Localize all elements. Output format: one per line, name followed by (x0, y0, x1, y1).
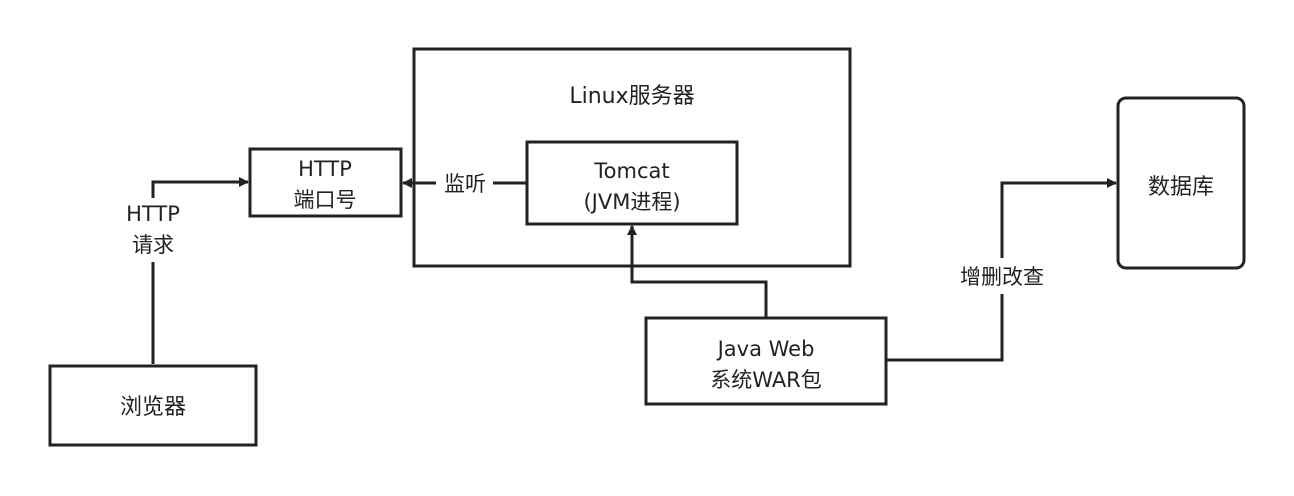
crud-label: 增删改查 (960, 265, 1044, 289)
http-request-label-line2: 请求 (132, 233, 174, 257)
http-request-label-line1: HTTP (126, 202, 180, 226)
http-port-label-line2: 端口号 (294, 188, 357, 212)
deploy-edge (627, 225, 768, 318)
http-request-edge-upper (151, 177, 249, 198)
tomcat-label-line2: (JVM进程) (583, 190, 680, 214)
http-port-label-line1: HTTP (298, 157, 352, 181)
database-label: 数据库 (1148, 175, 1214, 200)
tomcat-label-line1: Tomcat (593, 159, 669, 183)
browser-label: 浏览器 (120, 395, 186, 420)
crud-edge-lower (886, 294, 1004, 362)
architecture-diagram: Linux服务器 HTTP 端口号 Tomcat (JVM进程) 浏览器 Jav… (48, 47, 1246, 447)
war-package-label-line1: Java Web (716, 337, 815, 361)
crud-edge-upper (1000, 178, 1117, 258)
listen-label: 监听 (444, 172, 486, 196)
war-package-label-line2: 系统WAR包 (710, 368, 822, 392)
linux-server-label: Linux服务器 (569, 84, 694, 109)
